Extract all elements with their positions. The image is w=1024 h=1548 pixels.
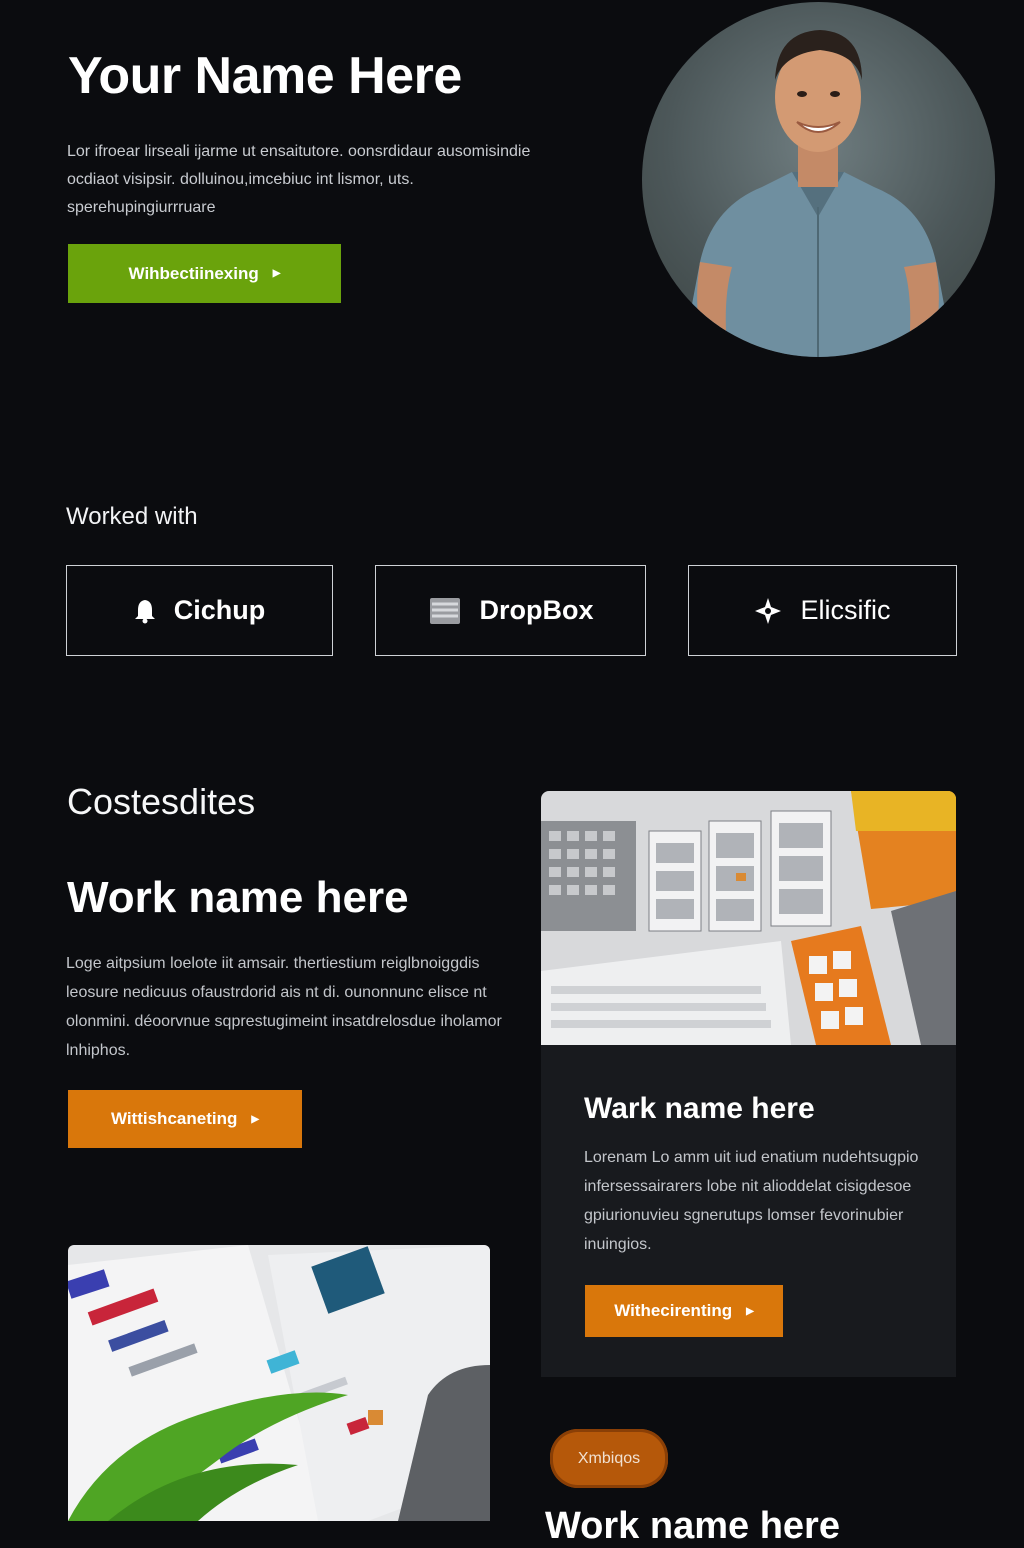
work-cta-label: Wittishcaneting [110,1109,238,1128]
portrait-illustration [682,30,954,357]
box-icon [429,597,460,624]
work-description: Loge aitpsium loelote iit amsair. therti… [66,955,502,1059]
work-card-image [541,791,956,1045]
worked-with-label: Worked with [66,503,198,530]
client-logo-dropbox: DropBox [375,565,646,656]
chevron-right-icon: ▶ [272,268,281,279]
chevron-right-icon: ▶ [746,1305,754,1317]
card-description: Lorenam Lo amm uit iud enatium nudehtsug… [584,1149,919,1253]
hero-cta-label: Wihbectiinexing [128,263,259,283]
work-cta-button[interactable]: Wittishcaneting ▶ [68,1090,302,1148]
work-image-2[interactable] [68,1245,490,1521]
work-title: Work name here [67,873,409,922]
client-logo-cichup: Cichup [66,565,333,656]
card-cta-button[interactable]: Withecirenting ▶ [585,1285,783,1337]
bell-icon [134,599,155,623]
card-cta-label: Withecirenting [614,1301,733,1320]
card-title: Wark name here [584,1092,815,1125]
client-name: Elicsific [800,595,891,625]
star-icon [755,597,782,624]
client-logo-elicsific: Elicsific [688,565,957,656]
hero-description: Lor ifroear lirseali ijarme ut ensaituto… [67,143,531,216]
client-name: DropBox [479,595,594,625]
category-tag[interactable]: Xmbiqos [550,1429,668,1488]
avatar [642,2,995,357]
client-name: Cichup [173,595,266,625]
hero-cta-button[interactable]: Wihbectiinexing ▶ [68,244,341,303]
case-studies-heading: Costesdites [67,781,256,822]
chevron-right-icon: ▶ [251,1113,260,1125]
hero-title: Your Name Here [68,47,462,105]
design-sketches-image [68,1245,490,1521]
work-title-2: Work name here [545,1505,840,1547]
